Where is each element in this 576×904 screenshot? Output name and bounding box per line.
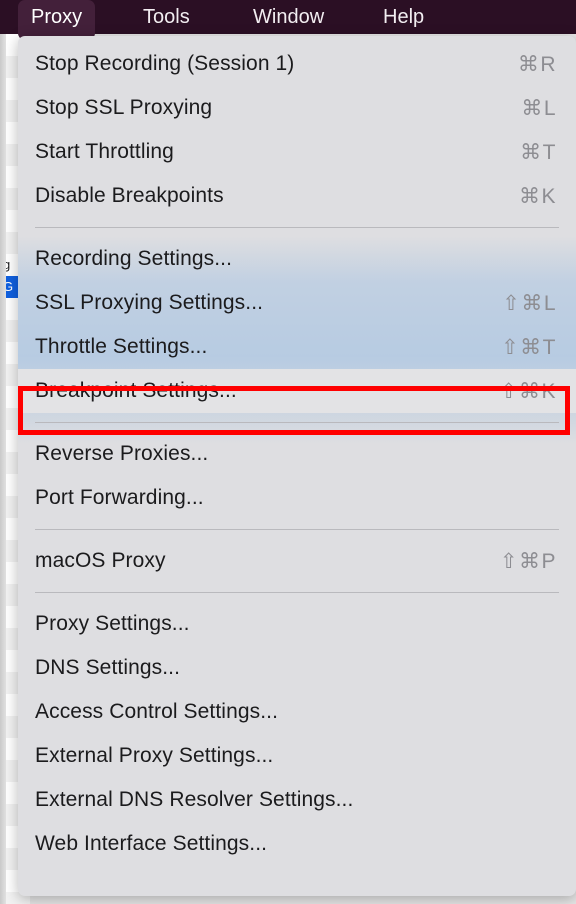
menu-item-label: External Proxy Settings... — [35, 744, 274, 767]
menu-item-breakpoint-settings[interactable]: Breakpoint Settings... ⇧⌘K — [18, 369, 576, 413]
menu-item-label: Port Forwarding... — [35, 486, 204, 509]
menu-item-disable-breakpoints[interactable]: Disable Breakpoints ⌘K — [18, 174, 576, 218]
menu-item-throttle-settings[interactable]: Throttle Settings... ⇧⌘T — [18, 325, 576, 369]
menu-item-shortcut: ⌘L — [521, 96, 557, 120]
menu-item-port-forwarding[interactable]: Port Forwarding... — [18, 476, 576, 520]
menu-item-label: Recording Settings... — [35, 247, 233, 270]
menu-item-external-dns-resolver-settings[interactable]: External DNS Resolver Settings... — [18, 778, 576, 822]
background-window-edge — [0, 34, 6, 904]
menu-item-label: DNS Settings... — [35, 656, 181, 679]
menu-item-web-interface-settings[interactable]: Web Interface Settings... — [18, 822, 576, 866]
menu-item-dns-settings[interactable]: DNS Settings... — [18, 646, 576, 690]
menu-item-shortcut: ⌘K — [518, 184, 557, 208]
proxy-dropdown-menu: Stop Recording (Session 1) ⌘R Stop SSL Pro… — [18, 36, 576, 896]
menu-item-label: Start Throttling — [35, 140, 174, 163]
menu-item-start-throttling[interactable]: Start Throttling ⌘T — [18, 130, 576, 174]
menu-item-reverse-proxies[interactable]: Reverse Proxies... — [18, 432, 576, 476]
menu-item-recording-settings[interactable]: Recording Settings... — [18, 237, 576, 281]
menu-item-label: Reverse Proxies... — [35, 442, 209, 465]
menu-item-label: macOS Proxy — [35, 549, 166, 572]
menu-item-label: Breakpoint Settings... — [35, 379, 237, 402]
menu-item-label: Stop SSL Proxying — [35, 96, 213, 119]
menu-item-label: Web Interface Settings... — [35, 832, 268, 855]
menu-item-ssl-proxying-settings[interactable]: SSL Proxying Settings... ⇧⌘L — [18, 281, 576, 325]
menu-separator — [35, 422, 559, 423]
menu-item-label: Proxy Settings... — [35, 612, 190, 635]
menu-item-label: Disable Breakpoints — [35, 184, 224, 207]
menubar-item-window[interactable]: Window — [240, 0, 337, 34]
menu-item-shortcut: ⌘T — [520, 140, 557, 164]
menu-item-shortcut: ⇧⌘T — [501, 335, 557, 359]
menu-item-proxy-settings[interactable]: Proxy Settings... — [18, 602, 576, 646]
menu-item-shortcut: ⇧⌘P — [499, 549, 557, 573]
screen: gG Proxy Tools Window Help Stop Recording (… — [0, 0, 576, 904]
menu-item-access-control-settings[interactable]: Access Control Settings... — [18, 690, 576, 734]
menu-item-stop-ssl-proxying[interactable]: Stop SSL Proxying ⌘L — [18, 86, 576, 130]
menu-separator — [35, 529, 559, 530]
menu-item-label: Access Control Settings... — [35, 700, 279, 723]
menubar-item-help[interactable]: Help — [370, 0, 437, 34]
menu-item-label: External DNS Resolver Settings... — [35, 788, 354, 811]
menubar-item-tools[interactable]: Tools — [130, 0, 203, 34]
menu-item-shortcut: ⌘R — [517, 52, 557, 76]
menu-item-label: SSL Proxying Settings... — [35, 291, 264, 314]
menu-item-stop-recording-session-1[interactable]: Stop Recording (Session 1) ⌘R — [18, 42, 576, 86]
menu-separator — [35, 592, 559, 593]
menu-item-shortcut: ⇧⌘L — [502, 291, 557, 315]
menu-item-label: Stop Recording (Session 1) — [35, 52, 295, 75]
menu-item-external-proxy-settings[interactable]: External Proxy Settings... — [18, 734, 576, 778]
menu-bar: Proxy Tools Window Help — [0, 0, 576, 40]
menubar-item-proxy[interactable]: Proxy — [18, 0, 96, 40]
menu-item-label: Throttle Settings... — [35, 335, 208, 358]
menu-separator — [35, 227, 559, 228]
menu-item-macos-proxy[interactable]: macOS Proxy ⇧⌘P — [18, 539, 576, 583]
menu-item-shortcut: ⇧⌘K — [499, 379, 557, 403]
